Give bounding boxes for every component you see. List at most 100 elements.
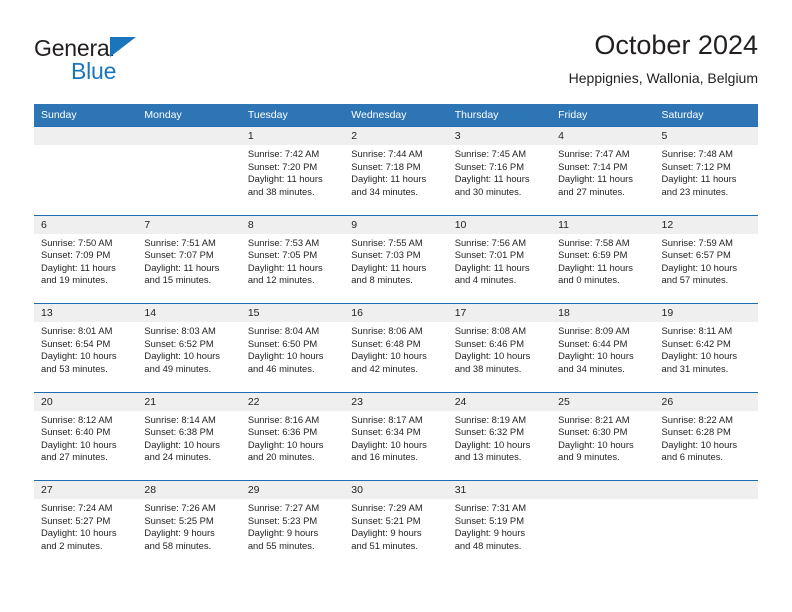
daylight-text-line1: Daylight: 11 hours xyxy=(558,261,633,273)
sunset-text: Sunset: 6:59 PM xyxy=(558,249,628,261)
day-cell: Sunrise: 8:17 AM Sunset: 6:34 PM Dayligh… xyxy=(344,410,448,481)
week-2-details: Sunrise: 7:50 AM Sunset: 7:09 PM Dayligh… xyxy=(34,233,758,304)
daylight-text-line2: and 38 minutes. xyxy=(454,362,522,374)
sunset-text: Sunset: 6:57 PM xyxy=(661,249,731,261)
day-number: 10 xyxy=(447,215,552,234)
daylight-text-line1: Daylight: 10 hours xyxy=(351,438,427,450)
weekday-header-saturday: Saturday xyxy=(661,109,704,121)
day-cell: Sunrise: 7:42 AM Sunset: 7:20 PM Dayligh… xyxy=(240,145,345,215)
sunset-text: Sunset: 5:23 PM xyxy=(247,514,318,526)
daylight-text-line1: Daylight: 11 hours xyxy=(454,173,530,185)
day-cell: Sunrise: 8:09 AM Sunset: 6:44 PM Dayligh… xyxy=(551,322,655,392)
day-number: 8 xyxy=(240,215,345,234)
sunrise-text: Sunrise: 8:01 AM xyxy=(41,325,113,336)
daylight-text-line2: and 27 minutes. xyxy=(41,451,108,463)
daylight-text-line2: and 34 minutes. xyxy=(351,185,418,197)
sunset-text: Sunset: 6:30 PM xyxy=(558,426,628,438)
daylight-text-line2: and 57 minutes. xyxy=(661,274,729,286)
day-number: 14 xyxy=(137,303,241,322)
day-number: 15 xyxy=(240,303,345,322)
week-3-daynumbers: 13 14 15 16 17 18 19 xyxy=(34,303,758,322)
weekday-header-sunday: Sunday xyxy=(41,109,77,121)
daylight-text-line2: and 20 minutes. xyxy=(247,451,315,463)
sunrise-text: Sunrise: 7:56 AM xyxy=(454,236,527,248)
sunrise-text: Sunrise: 7:50 AM xyxy=(41,236,113,248)
day-number: 17 xyxy=(447,303,552,322)
day-cell: Sunrise: 7:24 AM Sunset: 5:27 PM Dayligh… xyxy=(34,499,138,569)
day-cell: Sunrise: 7:26 AM Sunset: 5:25 PM Dayligh… xyxy=(137,499,241,569)
day-number: 16 xyxy=(344,303,448,322)
weekday-header-row: Sunday Monday Tuesday Wednesday Thursday… xyxy=(34,104,758,127)
day-cell: Sunrise: 7:56 AM Sunset: 7:01 PM Dayligh… xyxy=(447,233,552,304)
day-number: 21 xyxy=(137,392,241,411)
daylight-text-line1: Daylight: 10 hours xyxy=(454,438,531,450)
calendar-head: Sunday Monday Tuesday Wednesday Thursday… xyxy=(34,104,758,127)
week-1-details: Sunrise: 7:42 AM Sunset: 7:20 PM Dayligh… xyxy=(34,145,758,215)
day-cell: Sunrise: 8:08 AM Sunset: 6:46 PM Dayligh… xyxy=(447,322,552,392)
day-number: 2 xyxy=(344,126,448,145)
day-number: 25 xyxy=(551,392,655,411)
day-number xyxy=(551,480,655,499)
daylight-text-line2: and 55 minutes. xyxy=(247,539,315,551)
sunrise-sunset-calendar: Sunday Monday Tuesday Wednesday Thursday… xyxy=(34,104,758,569)
weekday-header-wednesday: Wednesday xyxy=(351,109,407,121)
sunset-text: Sunset: 6:34 PM xyxy=(351,426,421,438)
day-cell: Sunrise: 7:55 AM Sunset: 7:03 PM Dayligh… xyxy=(344,233,448,304)
sunrise-text: Sunrise: 8:21 AM xyxy=(558,413,630,425)
daylight-text-line2: and 2 minutes. xyxy=(41,539,103,551)
daylight-text-line1: Daylight: 10 hours xyxy=(144,350,220,362)
daylight-text-line1: Daylight: 11 hours xyxy=(247,173,323,185)
sunset-text: Sunset: 6:46 PM xyxy=(454,337,524,349)
weekday-header-friday: Friday xyxy=(558,109,588,121)
daylight-text-line1: Daylight: 10 hours xyxy=(41,438,117,450)
daylight-text-line1: Daylight: 11 hours xyxy=(558,173,633,185)
daylight-text-line1: Daylight: 9 hours xyxy=(351,527,422,539)
day-cell: Sunrise: 8:14 AM Sunset: 6:38 PM Dayligh… xyxy=(137,410,241,481)
sunrise-text: Sunrise: 8:06 AM xyxy=(351,325,423,336)
daylight-text-line1: Daylight: 10 hours xyxy=(661,350,738,362)
daylight-text-line1: Daylight: 10 hours xyxy=(144,438,220,450)
day-number: 9 xyxy=(344,215,448,234)
sunrise-text: Sunrise: 7:44 AM xyxy=(351,148,423,159)
sunrise-text: Sunrise: 8:09 AM xyxy=(558,325,630,336)
daylight-text-line1: Daylight: 10 hours xyxy=(41,350,117,362)
day-cell: Sunrise: 8:19 AM Sunset: 6:32 PM Dayligh… xyxy=(447,410,552,481)
daylight-text-line1: Daylight: 10 hours xyxy=(351,350,427,362)
daylight-text-line2: and 6 minutes. xyxy=(661,451,724,463)
day-cell: Sunrise: 8:01 AM Sunset: 6:54 PM Dayligh… xyxy=(34,322,138,392)
day-cell: Sunrise: 8:22 AM Sunset: 6:28 PM Dayligh… xyxy=(654,410,758,481)
daylight-text-line1: Daylight: 10 hours xyxy=(661,438,738,450)
week-5-daynumbers: 27 28 29 30 31 xyxy=(34,480,758,499)
day-number xyxy=(137,126,241,145)
sunrise-text: Sunrise: 8:17 AM xyxy=(351,413,423,425)
daylight-text-line2: and 0 minutes. xyxy=(558,274,620,286)
daylight-text-line1: Daylight: 9 hours xyxy=(454,527,526,539)
daylight-text-line2: and 53 minutes. xyxy=(41,362,108,374)
day-number xyxy=(654,480,758,499)
day-cell: Sunrise: 7:48 AM Sunset: 7:12 PM Dayligh… xyxy=(654,145,758,215)
sunrise-text: Sunrise: 8:08 AM xyxy=(454,325,527,336)
daylight-text-line2: and 23 minutes. xyxy=(661,185,729,197)
week-5-details: Sunrise: 7:24 AM Sunset: 5:27 PM Dayligh… xyxy=(34,499,758,569)
day-number: 13 xyxy=(34,303,138,322)
day-number: 5 xyxy=(654,126,758,145)
day-cell: Sunrise: 8:12 AM Sunset: 6:40 PM Dayligh… xyxy=(34,410,138,481)
daylight-text-line1: Daylight: 11 hours xyxy=(661,173,737,185)
day-number: 1 xyxy=(240,126,345,145)
day-cell: Sunrise: 7:59 AM Sunset: 6:57 PM Dayligh… xyxy=(654,233,758,304)
sunrise-text: Sunrise: 7:47 AM xyxy=(558,148,630,159)
day-cell: Sunrise: 7:50 AM Sunset: 7:09 PM Dayligh… xyxy=(34,233,138,304)
sunset-text: Sunset: 6:28 PM xyxy=(661,426,731,438)
sunrise-text: Sunrise: 8:11 AM xyxy=(661,325,733,336)
sunset-text: Sunset: 6:52 PM xyxy=(144,337,214,349)
logo-triangle-icon xyxy=(110,37,136,57)
daylight-text-line1: Daylight: 9 hours xyxy=(144,527,215,539)
daylight-text-line2: and 38 minutes. xyxy=(247,185,315,197)
day-number: 18 xyxy=(551,303,655,322)
daylight-text-line2: and 42 minutes. xyxy=(351,362,418,374)
day-number: 31 xyxy=(447,480,552,499)
day-cell: Sunrise: 7:27 AM Sunset: 5:23 PM Dayligh… xyxy=(240,499,345,569)
sunset-text: Sunset: 6:48 PM xyxy=(351,337,421,349)
daylight-text-line2: and 46 minutes. xyxy=(247,362,315,374)
daylight-text-line2: and 31 minutes. xyxy=(661,362,729,374)
